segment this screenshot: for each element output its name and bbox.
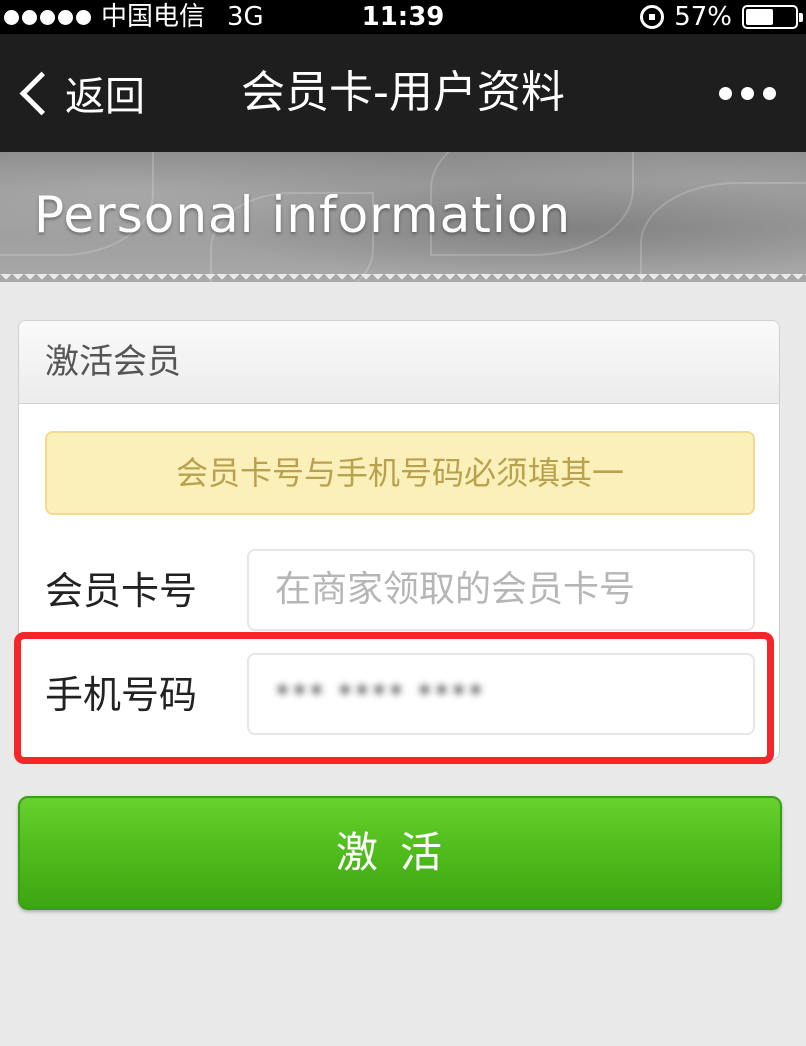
card-number-input[interactable]: 在商家领取的会员卡号 (247, 549, 755, 631)
page-title: 会员卡-用户资料 (241, 67, 565, 118)
rotation-lock-icon (640, 5, 665, 29)
leaf-pattern (640, 182, 806, 282)
card-header: 激活会员 (19, 321, 779, 404)
card-number-row: 会员卡号 在商家领取的会员卡号 (45, 549, 755, 633)
notice-banner: 会员卡号与手机号码必须填其一 (45, 431, 755, 515)
battery-icon (742, 5, 803, 29)
more-options-icon[interactable] (719, 34, 776, 152)
status-bar: 中国电信 3G 11:39 57% (0, 0, 806, 34)
nav-bar: 返回 会员卡-用户资料 (0, 34, 806, 152)
activate-button[interactable]: 激活 (18, 796, 782, 910)
banner: Personal information (0, 152, 806, 282)
banner-title: Personal information (34, 186, 572, 244)
card-number-label: 会员卡号 (45, 569, 198, 613)
banner-zigzag-edge (0, 274, 806, 286)
battery-percent: 57% (674, 2, 732, 32)
highlight-box (14, 632, 774, 764)
